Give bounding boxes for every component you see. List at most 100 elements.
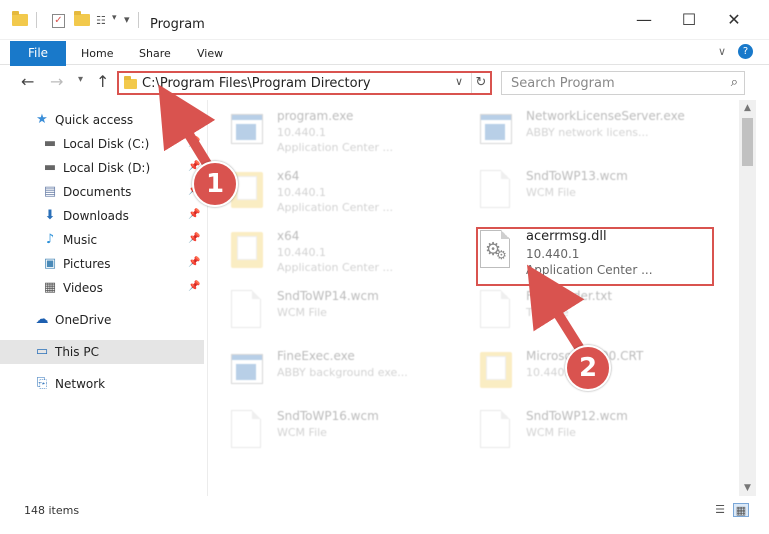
address-path[interactable]: C:\Program Files\Program Directory	[142, 76, 371, 91]
list-item[interactable]: NetworkLicenseServer.exe ABBY network li…	[480, 106, 720, 164]
chevron-down-icon[interactable]: ∨	[455, 75, 463, 88]
file-version: 10.440.1	[277, 126, 326, 139]
sidebar-item-label: Local Disk (D:)	[63, 161, 151, 175]
tab-home[interactable]: Home	[81, 47, 113, 60]
file-name: SndToWP12.wcm	[526, 409, 628, 423]
list-item[interactable]: x64 10.440.1 Application Center ...	[231, 166, 471, 224]
title-bar: ✓ ☷ ▾ ▾ Program — ☐ ✕	[0, 0, 769, 40]
file-version: 10.440.1	[277, 246, 326, 259]
close-button[interactable]: ✕	[724, 10, 744, 30]
pin-icon[interactable]: 📌	[188, 137, 200, 148]
document-icon	[231, 410, 263, 450]
recent-locations-icon[interactable]: ▾	[78, 74, 83, 85]
scrollbar-thumb[interactable]	[742, 118, 753, 166]
list-item[interactable]: FineReader.txt TXT File	[480, 286, 720, 344]
sidebar-item-onedrive[interactable]: ☁ OneDrive	[0, 308, 204, 332]
tab-share[interactable]: Share	[139, 47, 171, 60]
exe-file-icon	[231, 350, 263, 390]
folder-icon	[231, 230, 263, 270]
refresh-icon[interactable]: ↻	[471, 73, 490, 93]
folder-icon[interactable]	[12, 11, 28, 32]
large-icons-view-icon[interactable]: ▦	[733, 503, 749, 517]
properties-icon[interactable]: ✓	[52, 14, 65, 28]
file-name: FineReader.txt	[526, 289, 613, 303]
file-name: NetworkLicenseServer.exe	[526, 109, 685, 123]
maximize-button[interactable]: ☐	[679, 10, 699, 30]
sidebar-item-music[interactable]: ♪ Music 📌	[0, 228, 204, 252]
scroll-down-icon[interactable]: ▼	[739, 480, 756, 496]
list-item[interactable]: SndToWP16.wcm WCM File	[231, 406, 471, 464]
folder-icon	[480, 350, 512, 390]
list-item[interactable]: SndToWP14.wcm WCM File	[231, 286, 471, 344]
tab-view[interactable]: View	[197, 47, 223, 60]
file-name: x64	[277, 229, 300, 243]
navigation-pane: ★ Quick access ▬ Local Disk (C:) 📌 ▬ Loc…	[0, 100, 208, 496]
file-name: x64	[277, 169, 300, 183]
forward-arrow-icon[interactable]: →	[50, 72, 63, 91]
sidebar-item-local-disk-d[interactable]: ▬ Local Disk (D:) 📌	[0, 156, 204, 180]
list-item[interactable]: program.exe 10.440.1 Application Center …	[231, 106, 471, 164]
file-version: ABBY background exe...	[277, 366, 408, 379]
address-bar[interactable]: C:\Program Files\Program Directory ∨ ↻	[117, 71, 492, 95]
drive-icon: ▬	[43, 136, 57, 151]
sidebar-item-local-disk-c[interactable]: ▬ Local Disk (C:) 📌	[0, 132, 204, 156]
pin-icon[interactable]: 📌	[188, 233, 200, 244]
sidebar-item-quick-access[interactable]: ★ Quick access	[0, 108, 204, 132]
sidebar-item-videos[interactable]: ▦ Videos 📌	[0, 276, 204, 300]
list-item[interactable]: FineExec.exe ABBY background exe...	[231, 346, 471, 404]
file-name: SndToWP13.wcm	[526, 169, 628, 183]
folder-icon	[124, 76, 137, 89]
sidebar-item-documents[interactable]: ▤ Documents 📌	[0, 180, 204, 204]
view-options-icon[interactable]: ☷	[96, 15, 110, 27]
sidebar-item-this-pc[interactable]: ▭ This PC	[0, 340, 204, 364]
sidebar-item-pictures[interactable]: ▣ Pictures 📌	[0, 252, 204, 276]
scroll-up-icon[interactable]: ▲	[739, 100, 756, 116]
sidebar-item-label: Documents	[63, 185, 132, 199]
customize-toolbar-icon[interactable]: ▾	[124, 13, 130, 31]
new-folder-icon[interactable]	[74, 11, 90, 32]
file-version: TXT File	[526, 306, 569, 319]
file-version: WCM File	[526, 426, 576, 439]
file-version: WCM File	[277, 306, 327, 319]
search-icon[interactable]: ⌕	[731, 75, 738, 90]
list-item[interactable]: x64 10.440.1 Application Center ...	[231, 226, 471, 284]
sidebar-item-label: Quick access	[55, 113, 134, 127]
pin-icon[interactable]: 📌	[188, 257, 200, 268]
file-type: Application Center ...	[277, 201, 393, 214]
file-type: Application Center ...	[277, 141, 393, 154]
documents-icon: ▤	[43, 184, 57, 199]
file-name: SndToWP14.wcm	[277, 289, 379, 303]
up-arrow-icon[interactable]: ↑	[96, 72, 109, 91]
pin-icon[interactable]: 📌	[188, 281, 200, 292]
list-item[interactable]: SndToWP13.wcm WCM File	[480, 166, 720, 224]
sidebar-item-label: Pictures	[63, 257, 111, 271]
pin-icon[interactable]: 📌	[188, 209, 200, 220]
sidebar-item-network[interactable]: ⎘ Network	[0, 372, 204, 396]
sidebar-item-downloads[interactable]: ⬇ Downloads 📌	[0, 204, 204, 228]
music-icon: ♪	[45, 232, 55, 247]
minimize-button[interactable]: —	[634, 10, 654, 30]
file-name: program.exe	[277, 109, 354, 123]
vertical-scrollbar[interactable]: ▲ ▼	[739, 100, 756, 496]
chevron-down-icon[interactable]: ∨	[718, 45, 726, 58]
chevron-down-icon[interactable]: ▾	[112, 13, 117, 31]
details-view-icon[interactable]: ☰	[712, 503, 728, 517]
file-type: Application Center ...	[277, 261, 393, 274]
sidebar-item-label: Network	[55, 377, 106, 391]
document-icon	[480, 170, 512, 210]
status-bar: 148 items ☰ ▦	[0, 496, 769, 534]
file-version: WCM File	[277, 426, 327, 439]
sidebar-item-label: Downloads	[63, 209, 129, 223]
divider	[36, 12, 37, 28]
step-2-badge: 2	[565, 345, 611, 391]
search-input[interactable]: Search Program ⌕	[501, 71, 745, 95]
item-count: 148 items	[24, 504, 80, 517]
exe-file-icon	[231, 110, 263, 150]
back-arrow-icon[interactable]: ←	[21, 72, 34, 91]
computer-icon: ▭	[35, 344, 49, 359]
tab-file[interactable]: File	[10, 41, 66, 66]
step-1-badge: 1	[192, 161, 238, 207]
document-icon	[480, 290, 512, 330]
help-icon[interactable]: ?	[738, 44, 753, 59]
list-item[interactable]: SndToWP12.wcm WCM File	[480, 406, 720, 464]
